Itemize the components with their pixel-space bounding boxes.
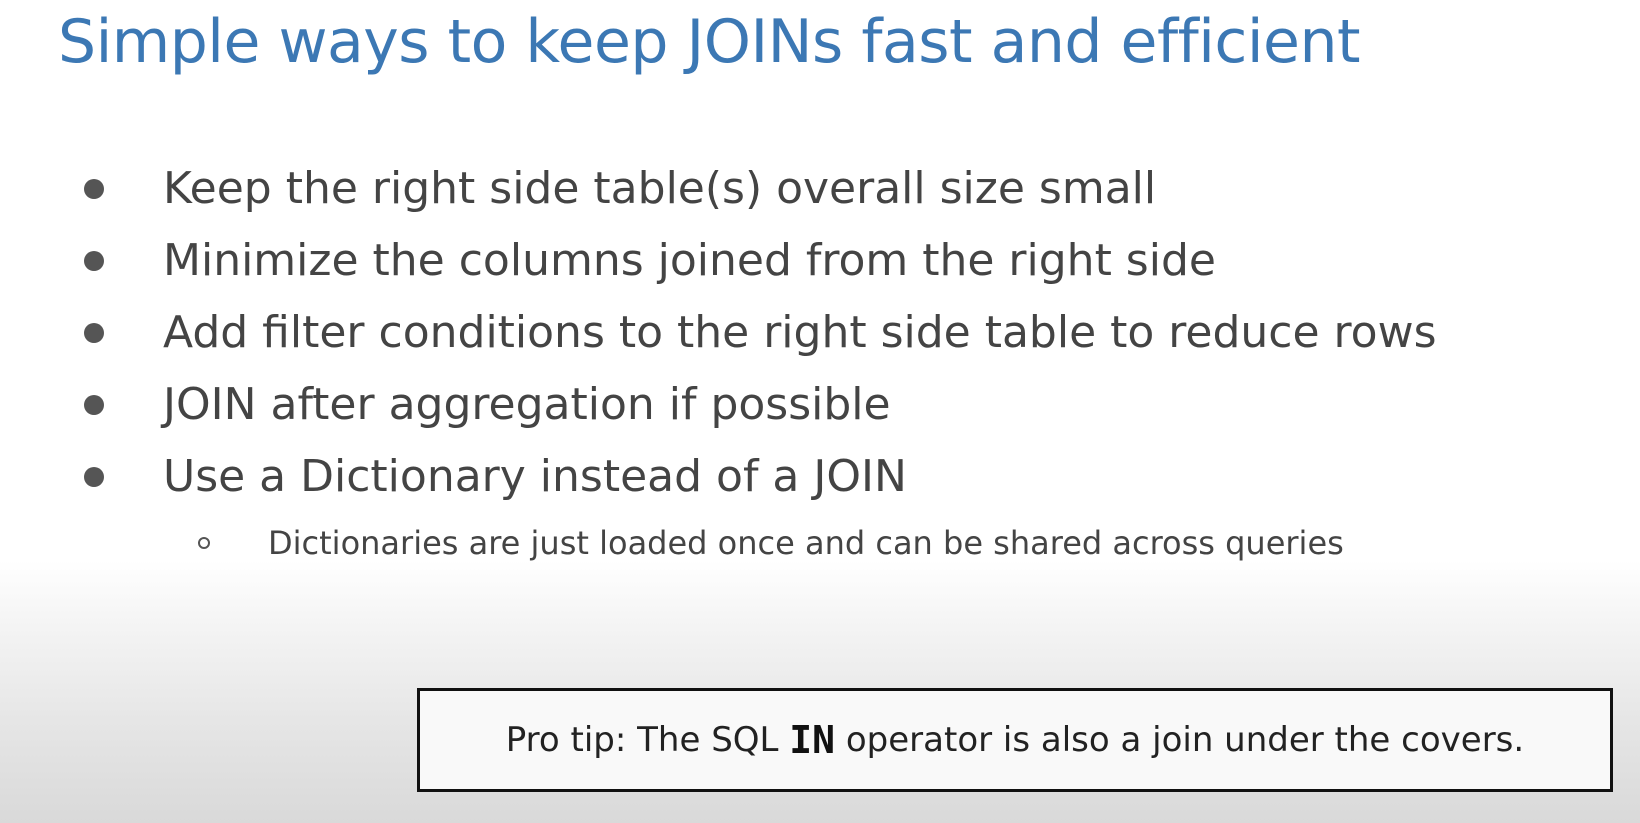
pro-tip-prefix: Pro tip: The SQL <box>505 720 790 760</box>
bullet-text: Add filter conditions to the right side … <box>163 307 1437 358</box>
bullet-dot-icon <box>84 467 104 487</box>
hollow-circle-bullet-icon <box>198 537 210 549</box>
bullet-dot-icon <box>84 251 104 271</box>
bullet-dot-icon <box>84 179 104 199</box>
sub-bullet-text: Dictionaries are just loaded once and ca… <box>268 524 1344 562</box>
pro-tip-box: Pro tip: The SQL IN operator is also a j… <box>417 688 1613 792</box>
slide-title: Simple ways to keep JOINs fast and effic… <box>58 7 1361 77</box>
bullet-item: Keep the right side table(s) overall siz… <box>0 150 1640 222</box>
bullet-item: Minimize the columns joined from the rig… <box>0 222 1640 294</box>
bullet-item: JOIN after aggregation if possible <box>0 366 1640 438</box>
bullet-list: Keep the right side table(s) overall siz… <box>0 150 1640 510</box>
pro-tip-code-keyword: IN <box>789 718 836 762</box>
bullet-text: Minimize the columns joined from the rig… <box>163 235 1216 286</box>
bullet-dot-icon <box>84 323 104 343</box>
bullet-text: Use a Dictionary instead of a JOIN <box>163 451 907 502</box>
bullet-item: Use a Dictionary instead of a JOIN <box>0 438 1640 510</box>
pro-tip-suffix: operator is also a join under the covers… <box>835 720 1525 760</box>
bullet-item: Add filter conditions to the right side … <box>0 294 1640 366</box>
sub-bullet-item: Dictionaries are just loaded once and ca… <box>0 514 1640 574</box>
bullet-dot-icon <box>84 395 104 415</box>
bullet-text: JOIN after aggregation if possible <box>163 379 891 430</box>
bullet-text: Keep the right side table(s) overall siz… <box>163 163 1157 214</box>
